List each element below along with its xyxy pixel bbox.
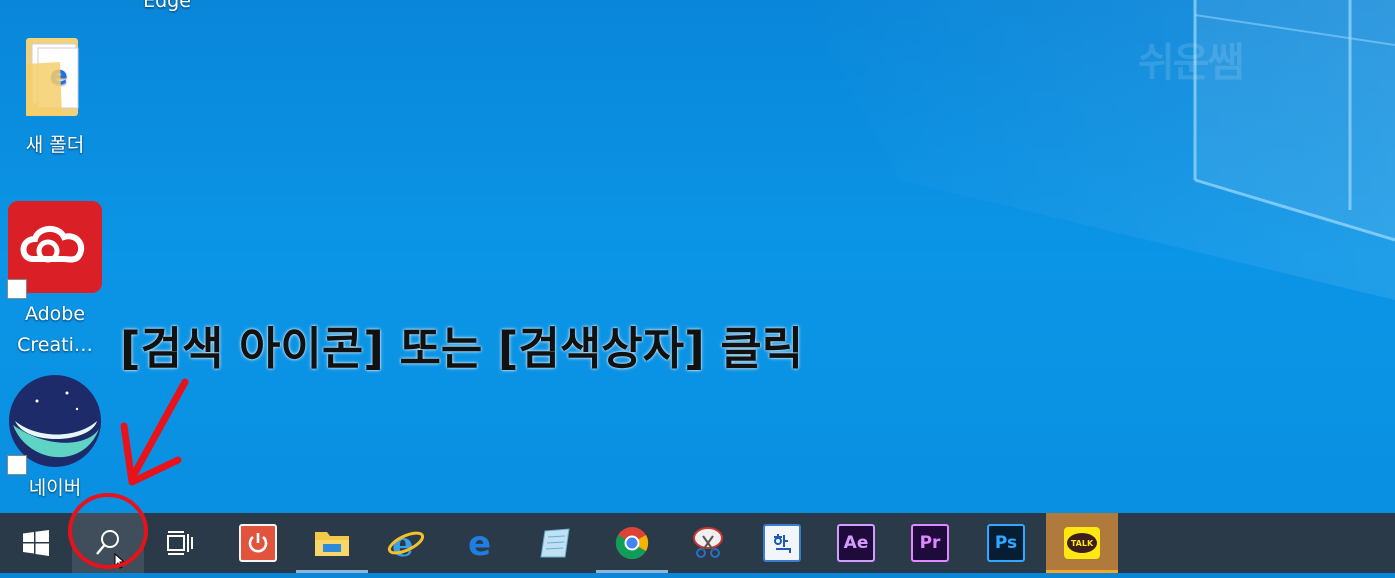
taskbar-notepad[interactable] [520,513,592,573]
kakaotalk-icon: TALK [1064,527,1100,559]
windows-logo-icon [23,530,49,556]
taskbar-chrome[interactable] [596,513,668,573]
desktop-icon-label: 네이버 [28,477,82,499]
shortcut-arrow-icon [7,455,27,475]
taskbar-snipping-tool[interactable] [672,513,744,573]
task-view-button[interactable] [144,513,216,573]
ie-icon: e [387,525,425,561]
desktop-icon-label: Adobe [24,303,86,325]
search-button[interactable] [72,513,144,573]
desktop-icon-label-line2: Creati… [17,334,93,356]
chrome-icon [615,527,649,560]
taskbar-kakaotalk[interactable]: TALK [1046,513,1118,573]
taskbar-hangul[interactable] [746,513,818,573]
taskbar-premiere[interactable]: Pr [894,513,966,573]
desktop-icon-naver[interactable]: 네이버 [5,373,105,504]
folder-icon [315,532,349,556]
power-icon [239,524,277,562]
task-view-icon [167,531,193,555]
desktop-icon-label: Edge [143,0,191,12]
edge-icon: e [468,527,491,559]
taskbar-internet-explorer[interactable]: e [370,513,442,573]
mouse-cursor-icon [114,553,126,569]
taskbar-power-app[interactable] [222,513,294,573]
scissors-icon [693,527,723,558]
watermark: 쉬운쌤 [1138,40,1244,86]
desktop-icon-edge-label[interactable]: Edge [117,0,217,17]
taskbar-photoshop[interactable]: Ps [970,513,1042,573]
pr-icon: Pr [911,524,949,562]
svg-text:e: e [468,527,491,559]
hangul-icon [763,524,801,562]
shortcut-arrow-icon [7,279,27,299]
desktop-icon-label: 새 폴더 [25,134,85,156]
instruction-text: [검색 아이콘] 또는 [검색상자] 클릭 [120,322,804,375]
desktop-icon-adobe-cc[interactable]: Adobe Creati… [5,201,105,361]
desktop-icon-new-folder[interactable]: e 새 폴더 [5,34,105,161]
taskbar-file-explorer[interactable] [296,513,368,573]
taskbar-edge[interactable]: e [446,513,518,573]
ps-icon: Ps [987,524,1025,562]
notepad-icon [540,528,570,558]
taskbar-after-effects[interactable]: Ae [820,513,892,573]
ae-icon: Ae [837,524,875,562]
taskbar: e e Ae Pr Ps TALK [0,513,1395,573]
start-button[interactable] [0,513,72,573]
folder-icon: e [26,38,79,116]
